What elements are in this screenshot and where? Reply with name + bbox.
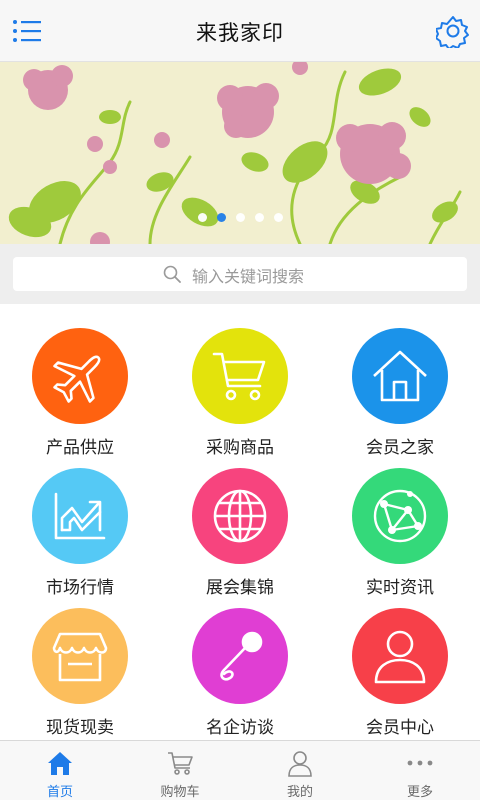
tab-label: 更多: [406, 785, 433, 800]
grid-item-member-center[interactable]: 会员中心: [320, 584, 480, 738]
tab-label: 首页: [46, 785, 73, 800]
shop-icon: [32, 608, 128, 704]
grid-item-exhibition[interactable]: 展会集锦: [160, 444, 320, 598]
top-bar: 来我家印: [0, 0, 480, 62]
user-icon: [352, 608, 448, 704]
tab-cart[interactable]: 购物车: [120, 741, 240, 800]
gear-icon[interactable]: [435, 14, 470, 50]
search-placeholder: 输入关键词搜索: [192, 267, 305, 286]
feature-grid: 产品供应 采购商品 会员之家 市场行情 展会集锦 实时资讯 现货现卖 名企访谈 …: [0, 304, 480, 740]
cart-icon: [168, 752, 193, 775]
carousel-dot[interactable]: [254, 213, 264, 222]
carousel-dot[interactable]: [235, 213, 245, 222]
grid-item-news[interactable]: 实时资讯: [320, 444, 480, 598]
bottom-tab-bar: 首页 购物车 我的 更多: [0, 740, 480, 800]
globe-icon: [192, 468, 288, 564]
microphone-icon: [192, 608, 288, 704]
grid-item-label: 会员中心: [366, 718, 434, 738]
page-title: 来我家印: [196, 21, 284, 45]
carousel-dot[interactable]: [273, 213, 283, 222]
tab-home[interactable]: 首页: [0, 741, 120, 800]
tab-label: 我的: [286, 785, 313, 800]
grid-item-purchase-goods[interactable]: 采购商品: [160, 304, 320, 458]
carousel-dot[interactable]: [197, 213, 207, 222]
grid-item-member-home[interactable]: 会员之家: [320, 304, 480, 458]
home-icon: [48, 752, 72, 775]
grid-item-product-supply[interactable]: 产品供应: [0, 304, 160, 458]
user-icon: [288, 751, 312, 777]
search-icon: [163, 265, 181, 283]
tab-more[interactable]: 更多: [360, 741, 480, 800]
carousel-indicators: [0, 213, 480, 225]
cart-icon: [192, 328, 288, 424]
airplane-icon: [32, 328, 128, 424]
house-icon: [352, 328, 448, 424]
grid-item-label: 名企访谈: [206, 718, 274, 738]
network-icon: [352, 468, 448, 564]
trend-chart-icon: [32, 468, 128, 564]
grid-item-label: 现货现卖: [46, 718, 114, 738]
tab-mine[interactable]: 我的: [240, 741, 360, 800]
carousel-dot-active[interactable]: [216, 213, 226, 222]
more-dots-icon: [407, 760, 433, 766]
grid-item-market-trends[interactable]: 市场行情: [0, 444, 160, 598]
search-input[interactable]: 输入关键词搜索: [13, 257, 467, 291]
search-area: 输入关键词搜索: [0, 244, 480, 304]
grid-item-spot-sales[interactable]: 现货现卖: [0, 584, 160, 738]
grid-item-interview[interactable]: 名企访谈: [160, 584, 320, 738]
tab-label: 购物车: [160, 785, 200, 800]
